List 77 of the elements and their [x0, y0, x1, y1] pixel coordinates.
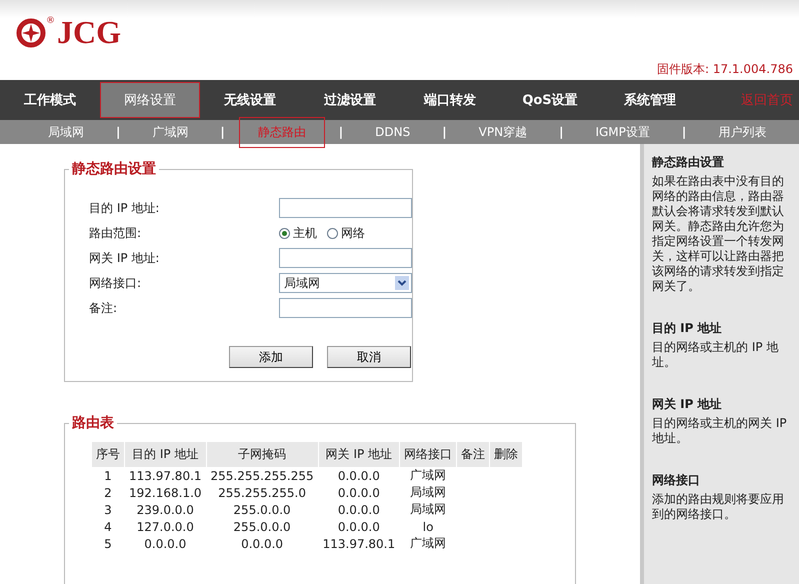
separator: | — [442, 125, 447, 139]
input-field[interactable] — [279, 248, 412, 268]
form-button[interactable]: 取消 — [327, 346, 411, 368]
dropdown[interactable]: 局域网 — [279, 273, 412, 293]
firmware-version: 固件版本: 17.1.004.786 — [656, 61, 793, 78]
sub-nav-tab[interactable]: IGMP设置 — [577, 120, 668, 144]
table-cell-text: 0.0.0.0 — [336, 468, 381, 484]
input-field[interactable] — [279, 198, 412, 218]
table-cell-text: 239.0.0.0 — [136, 502, 195, 518]
table-cell-text: 3 — [103, 502, 113, 518]
column-header: 目的 IP 地址 — [125, 442, 206, 467]
separator: | — [559, 125, 564, 139]
table-cell-text: 255.255.255.0 — [217, 484, 307, 501]
table-cell-text: 255.0.0.0 — [232, 502, 292, 518]
field-label: 网关 IP 地址: — [89, 250, 160, 266]
table-cell-text: 5 — [103, 536, 113, 552]
registered-mark: ® — [46, 16, 55, 26]
help-title: 网关 IP 地址 — [652, 396, 723, 413]
help-title: 网络接口 — [652, 472, 701, 489]
separator: | — [338, 125, 344, 139]
logo-text: JCG — [57, 16, 121, 48]
field-label: 网络接口: — [89, 274, 142, 292]
column-header: 网关 IP 地址 — [318, 442, 400, 467]
help-title: 目的 IP 地址 — [652, 320, 723, 337]
help-title: 静态路由设置 — [652, 154, 725, 171]
help-text: 目的网络或主机的 IP 地址。 — [652, 340, 780, 370]
main-nav-tab[interactable]: 网络设置 — [100, 82, 200, 118]
separator: | — [220, 125, 225, 139]
table-cell-text: 1 — [103, 468, 113, 484]
table-cell-text: 0.0.0.0 — [143, 536, 188, 552]
column-header: 删除 — [490, 442, 522, 467]
main-nav-tab[interactable]: 工作模式 — [0, 80, 100, 120]
help-text: 添加的路由规则将要应用到的网络接口。 — [652, 492, 785, 522]
table-cell-text: 广域网 — [409, 535, 448, 552]
panel-title: 路由表 — [71, 414, 115, 432]
column-header: 序号 — [92, 442, 124, 467]
field-label: 备注: — [89, 300, 118, 316]
column-header: 子网掩码 — [206, 442, 318, 467]
column-header: 备注 — [457, 442, 490, 467]
sub-nav-tab[interactable]: DDNS — [357, 122, 428, 142]
help-text: 目的网络或主机的网关 IP 地址。 — [652, 416, 788, 446]
input-field[interactable] — [279, 298, 412, 318]
table-cell-text: lo — [422, 518, 434, 535]
radio-option[interactable]: 网络 — [327, 224, 365, 242]
table-cell-text: 0.0.0.0 — [336, 502, 381, 518]
table-cell-text: 4 — [103, 518, 113, 535]
field-label: 目的 IP 地址: — [89, 200, 160, 216]
sub-nav-tab[interactable]: 局域网 — [30, 120, 102, 144]
main-nav-tab[interactable]: 端口转发 — [400, 80, 500, 120]
panel-title: 静态路由设置 — [70, 160, 157, 178]
table-cell-text: 局域网 — [409, 484, 448, 501]
table-cell-text: 2 — [103, 484, 113, 501]
field-label: 路由范围: — [89, 224, 142, 242]
sub-nav-tab[interactable]: VPN穿越 — [460, 120, 546, 144]
sub-nav-tab[interactable]: 广域网 — [134, 120, 206, 144]
caret-icon — [395, 276, 409, 290]
table-cell-text: 255.0.0.0 — [232, 518, 292, 535]
separator: | — [682, 125, 686, 139]
form-button[interactable]: 添加 — [229, 346, 313, 368]
table-cell-text: 113.97.80.1 — [128, 468, 203, 484]
main-nav-tab[interactable]: 系统管理 — [600, 80, 700, 120]
table-cell-text: 0.0.0.0 — [336, 484, 381, 501]
help-text: 如果在路由表中没有目的网络的路由信息，路由器默认会将请求转发到默认网关。静态路由允许您为指定网络设置一个转发网关，这样可以让路由器把该网络的请求转发到指定网关了。 — [652, 174, 785, 294]
table-cell-text: 192.168.1.0 — [128, 484, 203, 501]
logo-icon — [16, 18, 46, 48]
table-cell-text: 113.97.80.1 — [322, 536, 396, 552]
table-cell-text: 127.0.0.0 — [136, 518, 195, 535]
table-cell-text: 0.0.0.0 — [336, 518, 381, 535]
sub-nav-tab[interactable]: 用户列表 — [700, 120, 784, 144]
table-cell-text: 255.255.255.255 — [210, 468, 315, 484]
column-header: 网络接口 — [400, 442, 456, 467]
radio-option[interactable]: 主机 — [279, 224, 317, 242]
table-cell-text: 广域网 — [409, 467, 448, 484]
table-cell-text: 局域网 — [409, 501, 448, 518]
table-cell-text: 0.0.0.0 — [240, 536, 284, 552]
main-nav-tab[interactable]: QoS设置 — [500, 80, 600, 120]
separator: | — [116, 125, 120, 139]
